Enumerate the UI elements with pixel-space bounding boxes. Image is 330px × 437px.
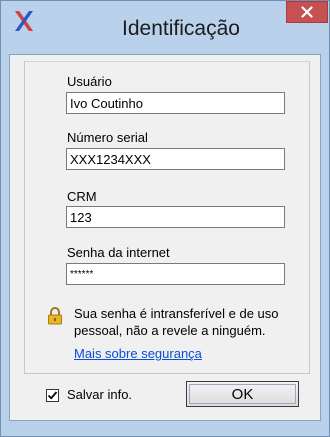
checkmark-icon (47, 391, 58, 400)
internet-password-label: Senha da internet (67, 245, 170, 260)
close-button[interactable] (286, 1, 328, 23)
username-label: Usuário (67, 74, 112, 89)
save-info-checkbox[interactable] (46, 389, 59, 402)
title-bar[interactable]: Identificação (1, 1, 329, 55)
app-logo-icon (15, 11, 33, 31)
security-info-link[interactable]: Mais sobre segurança (74, 346, 202, 361)
save-info-label[interactable]: Salvar info. (67, 387, 132, 402)
lock-icon (48, 307, 62, 325)
security-notice-line-2: pessoal, não a revele a ninguém. (74, 323, 266, 338)
window-title: Identificação (122, 17, 240, 40)
internet-password-field[interactable] (66, 263, 285, 285)
crm-label: CRM (67, 189, 97, 204)
serial-number-field[interactable] (66, 148, 285, 170)
ok-button[interactable]: OK (186, 381, 299, 407)
security-notice: Sua senha é intransferível e de uso pess… (74, 305, 310, 339)
security-notice-line-1: Sua senha é intransferível e de uso (74, 306, 279, 321)
close-icon (301, 6, 313, 18)
username-field[interactable] (66, 92, 285, 114)
identification-dialog: Identificação Usuário Número serial CRM … (0, 0, 330, 437)
serial-number-label: Número serial (67, 130, 148, 145)
ok-button-focus-border (189, 384, 296, 404)
crm-field[interactable] (66, 206, 285, 228)
